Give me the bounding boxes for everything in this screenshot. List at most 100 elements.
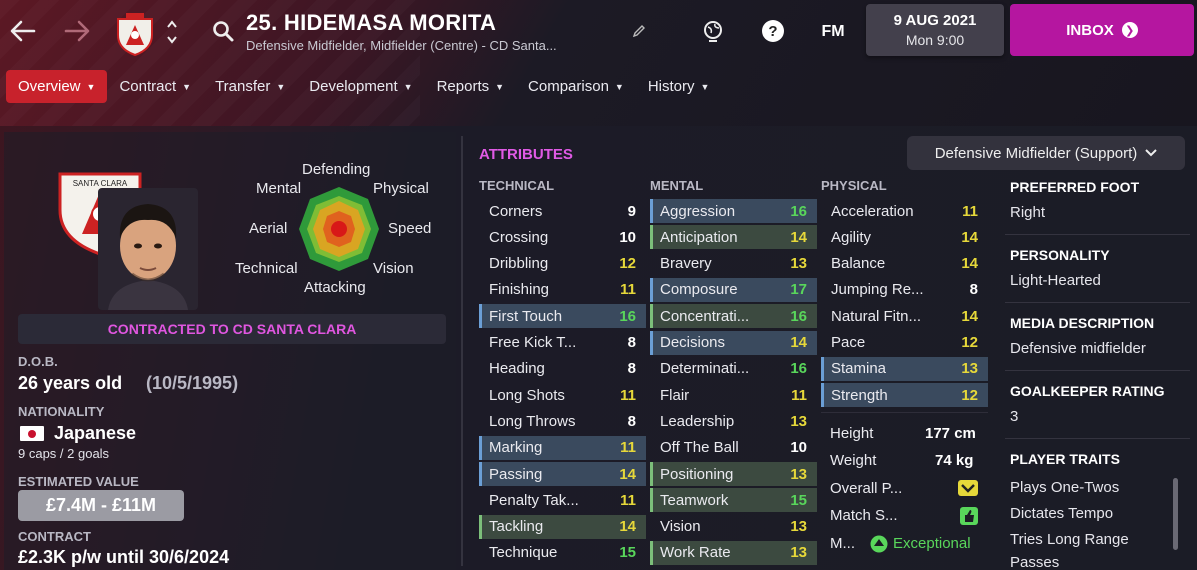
- morale-value[interactable]: Exceptional: [893, 535, 971, 552]
- attribute-value: 14: [961, 228, 978, 246]
- attribute-row-corners[interactable]: Corners 9: [479, 199, 646, 223]
- fm-menu-button[interactable]: FM: [816, 20, 850, 44]
- attribute-row-long-throws[interactable]: Long Throws 8: [479, 409, 646, 433]
- form-down-icon[interactable]: [956, 478, 980, 498]
- attribute-row-jumping-re[interactable]: Jumping Re... 8: [821, 278, 988, 302]
- attribute-row-natural-fitn[interactable]: Natural Fitn... 14: [821, 304, 988, 328]
- traits-scrollbar[interactable]: [1173, 478, 1178, 550]
- edit-pencil-icon[interactable]: [630, 22, 648, 40]
- attribute-name: Natural Fitn...: [831, 307, 922, 325]
- attribute-row-acceleration[interactable]: Acceleration 11: [821, 199, 988, 223]
- date-time-box[interactable]: 9 AUG 2021 Mon 9:00: [866, 4, 1004, 56]
- attribute-row-technique[interactable]: Technique 15: [479, 541, 646, 565]
- player-subtitle: Defensive Midfielder, Midfielder (Centre…: [246, 38, 557, 53]
- player-trait[interactable]: Tries Long Range: [1010, 531, 1129, 548]
- club-switch-chevron-icon[interactable]: [162, 14, 182, 50]
- tab-reports[interactable]: Reports ▼: [425, 70, 516, 103]
- attribute-row-strength[interactable]: Strength 12: [821, 383, 988, 408]
- chevron-down-icon: ▼: [495, 81, 505, 92]
- attribute-row-heading[interactable]: Heading 8: [479, 357, 646, 381]
- tab-transfer[interactable]: Transfer ▼: [203, 70, 297, 103]
- attribute-value: 9: [627, 202, 636, 220]
- attribute-row-teamwork[interactable]: Teamwork 15: [650, 488, 817, 513]
- attribute-row-composure[interactable]: Composure 17: [650, 277, 817, 302]
- attribute-radar-chart[interactable]: [298, 186, 380, 272]
- attribute-row-agility[interactable]: Agility 14: [821, 225, 988, 249]
- attribute-row-leadership[interactable]: Leadership 13: [650, 409, 817, 433]
- dob-label: D.O.B.: [18, 354, 58, 369]
- height-label: Height: [830, 425, 874, 442]
- personality-label: PERSONALITY: [1010, 247, 1110, 263]
- attribute-value: 11: [620, 491, 636, 509]
- attribute-value: 14: [790, 334, 807, 351]
- attribute-row-finishing[interactable]: Finishing 11: [479, 278, 646, 302]
- attributes-heading: ATTRIBUTES: [479, 146, 573, 163]
- attribute-row-pace[interactable]: Pace 12: [821, 331, 988, 355]
- sharpness-thumbs-up-icon[interactable]: [958, 505, 980, 527]
- attribute-row-crossing[interactable]: Crossing 10: [479, 225, 646, 249]
- estimated-value-pill[interactable]: £7.4M - £11M: [18, 490, 184, 521]
- radar-label-attacking: Attacking: [304, 279, 366, 296]
- attribute-row-decisions[interactable]: Decisions 14: [650, 330, 817, 355]
- attribute-value: 14: [961, 255, 978, 273]
- attribute-name: Agility: [831, 228, 872, 246]
- forward-arrow-icon[interactable]: [62, 14, 92, 48]
- tab-overview[interactable]: Overview ▼: [6, 70, 108, 103]
- attribute-row-balance[interactable]: Balance 14: [821, 252, 988, 276]
- tab-history[interactable]: History ▼: [636, 70, 722, 103]
- attribute-row-marking[interactable]: Marking 11: [479, 435, 646, 460]
- world-globe-icon[interactable]: [700, 18, 726, 44]
- player-trait[interactable]: Plays One-Twos: [1010, 479, 1119, 496]
- svg-text:SANTA CLARA: SANTA CLARA: [73, 179, 128, 188]
- attribute-value: 13: [790, 465, 807, 483]
- attribute-name: Flair: [660, 386, 690, 404]
- role-dropdown[interactable]: Defensive Midfielder (Support): [907, 136, 1185, 170]
- attribute-row-passing[interactable]: Passing 14: [479, 462, 646, 486]
- attribute-value: 11: [962, 202, 978, 220]
- attribute-name: Determinati...: [660, 360, 750, 378]
- attribute-row-anticipation[interactable]: Anticipation 14: [650, 225, 817, 250]
- attribute-row-dribbling[interactable]: Dribbling 12: [479, 252, 646, 276]
- attribute-row-vision[interactable]: Vision 13: [650, 515, 817, 539]
- tab-development[interactable]: Development ▼: [297, 70, 424, 103]
- player-nationality[interactable]: Japanese: [54, 423, 136, 444]
- attribute-row-free-kick-t[interactable]: Free Kick T... 8: [479, 331, 646, 355]
- weight-value: 74 kg: [935, 452, 974, 469]
- contract-status-bar[interactable]: CONTRACTED TO CD SANTA CLARA: [18, 314, 446, 344]
- attribute-row-penalty-tak[interactable]: Penalty Tak... 11: [479, 488, 646, 512]
- tab-comparison[interactable]: Comparison ▼: [516, 70, 636, 103]
- personality-value: Light-Hearted: [1010, 272, 1101, 289]
- attribute-row-first-touch[interactable]: First Touch 16: [479, 304, 646, 329]
- search-icon[interactable]: [210, 18, 236, 44]
- attribute-row-tackling[interactable]: Tackling 14: [479, 514, 646, 539]
- tab-contract[interactable]: Contract ▼: [107, 70, 203, 103]
- attribute-row-stamina[interactable]: Stamina 13: [821, 356, 988, 381]
- player-trait[interactable]: Passes: [1010, 554, 1059, 570]
- attribute-row-aggression[interactable]: Aggression 16: [650, 199, 817, 223]
- attribute-row-off-the-ball[interactable]: Off The Ball 10: [650, 436, 817, 460]
- player-trait[interactable]: Dictates Tempo: [1010, 505, 1113, 522]
- attribute-row-flair[interactable]: Flair 11: [650, 383, 817, 407]
- player-age: 26 years old: [18, 373, 123, 393]
- inbox-button[interactable]: INBOX ❯: [1010, 4, 1194, 56]
- attribute-row-positioning[interactable]: Positioning 13: [650, 462, 817, 486]
- radar-label-defending: Defending: [302, 161, 371, 178]
- help-icon[interactable]: ?: [760, 18, 786, 44]
- attribute-name: Concentrati...: [660, 307, 750, 325]
- club-crest-icon[interactable]: [112, 8, 158, 58]
- attribute-row-concentrati[interactable]: Concentrati... 16: [650, 304, 817, 329]
- radar-label-speed: Speed: [388, 220, 432, 237]
- attribute-row-bravery[interactable]: Bravery 13: [650, 252, 817, 276]
- attribute-value: 11: [620, 386, 636, 404]
- attribute-value: 11: [620, 439, 636, 457]
- attribute-value: 8: [627, 360, 636, 378]
- attribute-row-long-shots[interactable]: Long Shots 11: [479, 383, 646, 407]
- attribute-name: Crossing: [489, 228, 549, 246]
- back-arrow-icon[interactable]: [8, 14, 38, 48]
- attribute-name: Long Throws: [489, 412, 576, 430]
- attribute-row-determinati[interactable]: Determinati... 16: [650, 357, 817, 381]
- attribute-row-work-rate[interactable]: Work Rate 13: [650, 540, 817, 565]
- attribute-name: First Touch: [489, 307, 563, 325]
- attribute-name: Dribbling: [489, 255, 549, 273]
- attribute-name: Leadership: [660, 412, 735, 430]
